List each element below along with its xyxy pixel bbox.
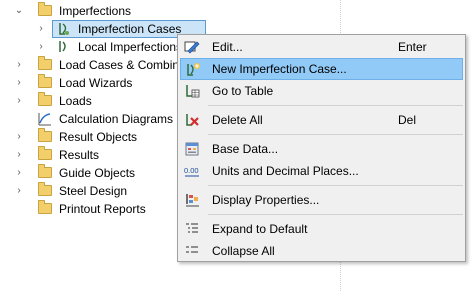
folder-icon: [38, 128, 52, 142]
menu-item-delete-all[interactable]: Delete All Del: [180, 109, 463, 131]
menu-item-collapse-all[interactable]: Collapse All: [180, 240, 463, 262]
folder-icon: [38, 74, 52, 88]
menu-item-label: Display Properties...: [212, 193, 320, 207]
units-icon-text: 0.00: [184, 166, 199, 175]
imperfection-cases-icon: [59, 23, 69, 35]
tree-item-label: Printout Reports: [59, 202, 146, 216]
chevron-right-icon[interactable]: ›: [14, 92, 24, 110]
folder-icon: [38, 146, 52, 160]
tree-item-label: Local Imperfections: [78, 40, 183, 54]
context-menu: Edit... Enter New Imperfection Case... G…: [177, 34, 466, 262]
display-properties-icon: [186, 194, 199, 207]
tree-item-label: Load Wizards: [59, 76, 133, 90]
edit-icon: [184, 41, 200, 54]
chevron-right-icon[interactable]: ›: [36, 20, 46, 38]
collapse-icon: [186, 246, 198, 253]
base-data-icon: [185, 142, 199, 156]
tree-item-label: Steel Design: [59, 184, 128, 198]
menu-item-label: Base Data...: [212, 142, 279, 156]
menu-item-display-properties[interactable]: Display Properties...: [180, 189, 463, 211]
table-icon: [186, 85, 200, 98]
chevron-right-icon[interactable]: ›: [14, 128, 24, 146]
menu-item-base-data[interactable]: Base Data...: [180, 138, 463, 160]
menu-separator: [208, 134, 463, 135]
tree-item-label: Guide Objects: [59, 166, 136, 180]
menu-item-label: Delete All: [212, 113, 263, 127]
menu-item-label: New Imperfection Case...: [212, 62, 347, 76]
tree-item-label: Result Objects: [59, 130, 138, 144]
chevron-right-icon[interactable]: ›: [14, 74, 24, 92]
menu-item-label: Edit...: [212, 40, 243, 54]
tree-item-label: Loads: [59, 94, 92, 108]
menu-item-units-decimal-places[interactable]: 0.00 Units and Decimal Places...: [180, 160, 463, 182]
folder-icon: [38, 200, 52, 214]
chevron-right-icon[interactable]: ›: [14, 164, 24, 182]
menu-item-label: Collapse All: [212, 244, 275, 258]
chevron-right-icon[interactable]: ›: [36, 38, 46, 56]
tree-item-label: Imperfections: [59, 4, 132, 18]
menu-item-new-imperfection-case[interactable]: New Imperfection Case...: [180, 58, 463, 80]
units-decimal-icon: 0.00: [184, 166, 199, 177]
folder-icon: [38, 92, 52, 106]
menu-item-edit[interactable]: Edit... Enter: [180, 36, 463, 58]
delete-icon: [186, 114, 199, 126]
chevron-right-icon[interactable]: ›: [14, 146, 24, 164]
menu-item-label: Units and Decimal Places...: [212, 164, 359, 178]
menu-item-expand-to-default[interactable]: Expand to Default: [180, 218, 463, 240]
expand-icon: [186, 223, 198, 233]
folder-icon: [38, 56, 52, 70]
menu-item-label: Go to Table: [212, 84, 274, 98]
menu-item-shortcut: Enter: [398, 40, 427, 54]
chevron-down-icon[interactable]: ⌄: [14, 2, 24, 20]
folder-icon: [38, 164, 52, 178]
chevron-right-icon[interactable]: ›: [14, 182, 24, 200]
tree-item-label: Results: [59, 148, 100, 162]
menu-separator: [208, 214, 463, 215]
folder-icon: [38, 182, 52, 196]
new-imperfection-case-icon: [187, 63, 200, 76]
folder-icon: [38, 2, 52, 16]
chevron-right-icon[interactable]: ›: [14, 56, 24, 74]
local-imperfections-icon: [59, 41, 66, 52]
tree-item-label: Calculation Diagrams: [59, 112, 174, 126]
menu-separator: [208, 105, 463, 106]
menu-item-shortcut: Del: [398, 113, 417, 127]
menu-item-label: Expand to Default: [212, 222, 308, 236]
menu-item-go-to-table[interactable]: Go to Table: [180, 80, 463, 102]
calculation-diagram-icon: [38, 113, 51, 126]
tree-item-label: Imperfection Cases: [78, 22, 182, 36]
navigator-panel: ⌄ Imperfections › Imperfection Cases › L…: [0, 0, 475, 291]
menu-separator: [208, 185, 463, 186]
